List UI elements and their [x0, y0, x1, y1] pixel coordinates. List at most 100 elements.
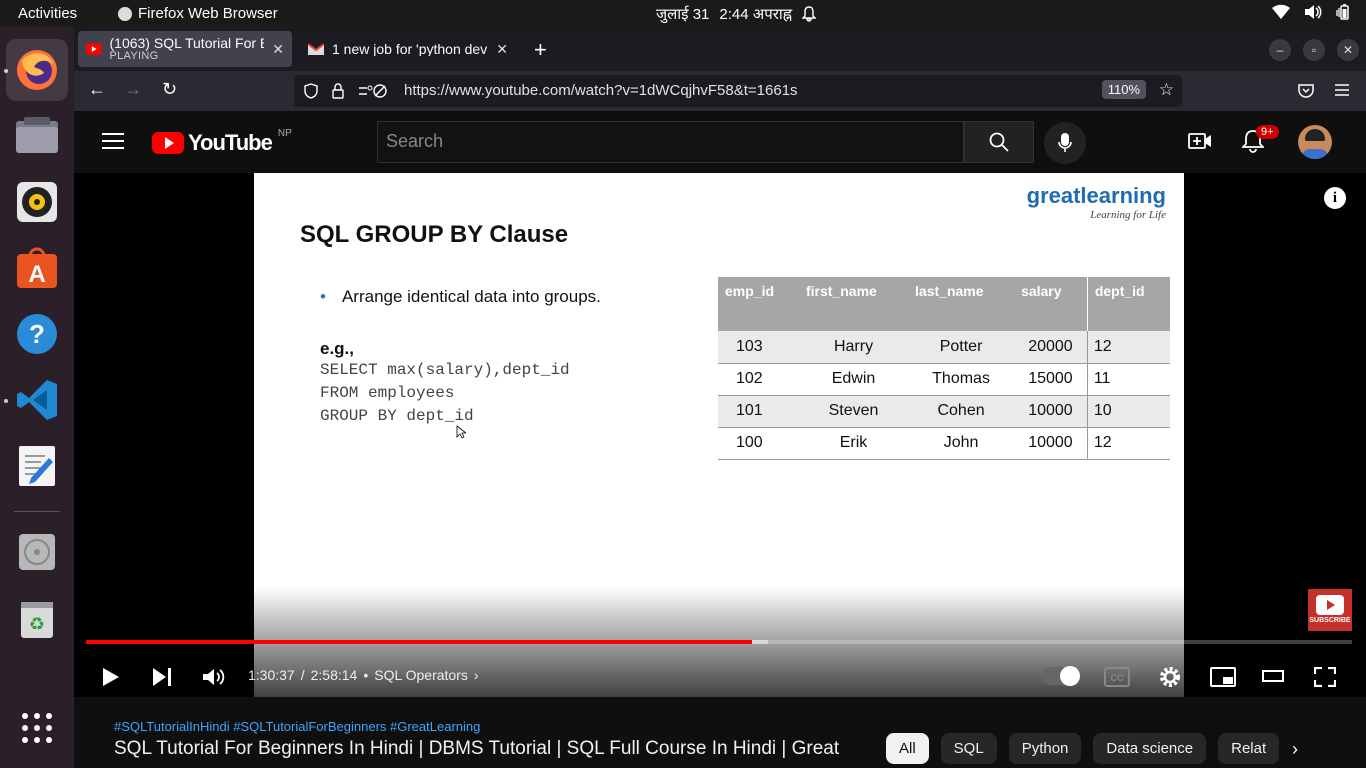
permissions-icon[interactable]	[358, 83, 388, 99]
dock-help[interactable]: ?	[6, 303, 68, 365]
employees-table: emp_id first_name last_name salary dept_…	[718, 277, 1170, 460]
create-video-icon[interactable]	[1188, 131, 1212, 151]
code-line: FROM employees	[320, 384, 455, 402]
gmail-favicon-icon	[308, 43, 324, 55]
chevron-right-icon[interactable]: ›	[474, 667, 479, 683]
chip-python[interactable]: Python	[1008, 733, 1082, 764]
tab-youtube[interactable]: (1063) SQL Tutorial For B PLAYING ✕	[78, 31, 292, 67]
disc-icon	[19, 534, 55, 570]
miniplayer-icon[interactable]	[1210, 667, 1236, 687]
close-tab-icon[interactable]: ✕	[272, 41, 284, 58]
table-cell: 12	[1086, 427, 1170, 460]
chip-all[interactable]: All	[886, 733, 929, 764]
tab-gmail[interactable]: 1 new job for 'python dev ✕	[300, 31, 516, 67]
hamburger-menu-icon[interactable]	[1334, 83, 1350, 97]
dock-rhythmbox[interactable]	[6, 171, 68, 233]
dock-firefox[interactable]	[6, 39, 68, 101]
captions-icon[interactable]: CC	[1104, 667, 1130, 687]
table-cell: Steven	[799, 395, 909, 428]
pocket-icon[interactable]	[1298, 83, 1314, 99]
notification-badge: 9+	[1256, 125, 1279, 139]
activities-button[interactable]: Activities	[18, 5, 77, 22]
dock-text-editor[interactable]	[6, 435, 68, 497]
table-row: 103 Harry Potter 20000 12	[718, 331, 1170, 364]
table-cell: 11	[1086, 363, 1170, 396]
subscribe-watermark[interactable]: SUBSCRIBE	[1308, 589, 1352, 631]
table-row: 100 Erik John 10000 12	[718, 427, 1170, 460]
lock-icon[interactable]	[332, 83, 344, 99]
app-menu[interactable]: Firefox Web Browser	[118, 5, 278, 22]
dock-files[interactable]	[6, 105, 68, 167]
video-title: SQL Tutorial For Beginners In Hindi | DB…	[114, 738, 840, 759]
bell-icon	[802, 6, 817, 22]
play-logo-icon	[1316, 595, 1344, 615]
guide-menu-icon[interactable]	[102, 132, 124, 150]
theater-mode-icon[interactable]	[1262, 668, 1284, 684]
table-cell: Potter	[908, 331, 1015, 364]
progress-bar[interactable]	[86, 640, 1352, 644]
firefox-icon	[17, 50, 57, 90]
code-line: SELECT max(salary),dept_id	[320, 361, 570, 379]
minimize-button[interactable]: –	[1269, 39, 1291, 61]
help-icon: ?	[17, 314, 57, 354]
bookmark-star-icon[interactable]: ☆	[1159, 80, 1174, 100]
slide-bullet: • Arrange identical data into groups.	[320, 287, 601, 307]
subscribe-label: SUBSCRIBE	[1309, 617, 1351, 624]
table-cell: Cohen	[908, 395, 1015, 428]
folder-icon	[16, 117, 58, 153]
vscode-icon	[17, 380, 57, 420]
chapter-title[interactable]: SQL Operators	[374, 667, 468, 683]
search-input[interactable]: Search	[377, 121, 964, 163]
video-metadata: #SQLTutorialInHindi #SQLTutorialForBegin…	[74, 697, 1366, 768]
player-controls: 1:30:37 / 2:58:14 • SQL Operators › CC	[74, 653, 1366, 697]
fullscreen-icon[interactable]	[1314, 667, 1336, 687]
volume-icon[interactable]	[202, 667, 226, 687]
chevron-right-icon[interactable]: ›	[1292, 739, 1298, 760]
back-button[interactable]: ←	[88, 79, 106, 100]
play-icon[interactable]	[102, 667, 120, 687]
clock-date: जुलाई 31	[656, 6, 710, 23]
brand-logo: greatlearning Learning for Life	[1027, 183, 1166, 221]
video-frame-slide: greatlearning Learning for Life SQL GROU…	[254, 173, 1184, 697]
clock[interactable]: जुलाई 31 2:44 अपराह्न	[656, 4, 817, 24]
video-player[interactable]: greatlearning Learning for Life SQL GROU…	[74, 173, 1366, 697]
next-video-icon[interactable]	[152, 667, 172, 687]
dock-disc[interactable]	[6, 521, 68, 583]
new-tab-button[interactable]: +	[534, 37, 547, 63]
tab-title: 1 new job for 'python dev	[332, 41, 488, 57]
notifications-button[interactable]: 9+	[1240, 125, 1279, 158]
dock-vscode[interactable]	[6, 369, 68, 431]
youtube-logo[interactable]: YouTube NP	[152, 127, 292, 156]
close-tab-icon[interactable]: ✕	[496, 41, 508, 58]
dock-trash[interactable]: ♻	[6, 587, 68, 649]
voice-search-button[interactable]	[1044, 122, 1086, 164]
reload-button[interactable]: ↻	[162, 79, 177, 100]
region-code: NP	[277, 127, 292, 139]
maximize-button[interactable]: ▫	[1303, 39, 1325, 61]
brand-name: greatlearning	[1026, 183, 1166, 208]
search-button[interactable]	[964, 121, 1034, 163]
forward-button[interactable]: →	[124, 79, 142, 100]
system-tray[interactable]	[1272, 4, 1352, 20]
chip-data-science[interactable]: Data science	[1093, 733, 1207, 764]
table-cell: 10000	[1014, 427, 1088, 460]
system-top-bar: Activities Firefox Web Browser जुलाई 31 …	[0, 0, 1366, 27]
battery-icon	[1336, 4, 1349, 20]
microphone-icon	[1058, 133, 1072, 152]
info-icon[interactable]: i	[1324, 187, 1346, 209]
show-applications[interactable]	[6, 697, 68, 759]
dock-software[interactable]: A	[6, 237, 68, 299]
shield-icon[interactable]	[304, 83, 318, 99]
close-window-button[interactable]: ✕	[1337, 39, 1359, 61]
url-bar[interactable]: https://www.youtube.com/watch?v=1dWCqjhv…	[294, 75, 1182, 107]
tab-playing-label: PLAYING	[109, 49, 159, 62]
video-hashtags[interactable]: #SQLTutorialInHindi #SQLTutorialForBegin…	[114, 719, 480, 734]
navigation-toolbar: ← → ↻ https://www.youtube.com/watch?v=1d…	[74, 71, 1366, 111]
dock-separator	[14, 511, 60, 512]
autoplay-toggle[interactable]	[1042, 666, 1080, 686]
chip-related[interactable]: Relat	[1218, 733, 1280, 764]
avatar[interactable]	[1298, 125, 1332, 159]
settings-gear-icon[interactable]	[1158, 665, 1182, 689]
chip-sql[interactable]: SQL	[940, 733, 997, 764]
zoom-indicator[interactable]: 110%	[1101, 80, 1146, 99]
